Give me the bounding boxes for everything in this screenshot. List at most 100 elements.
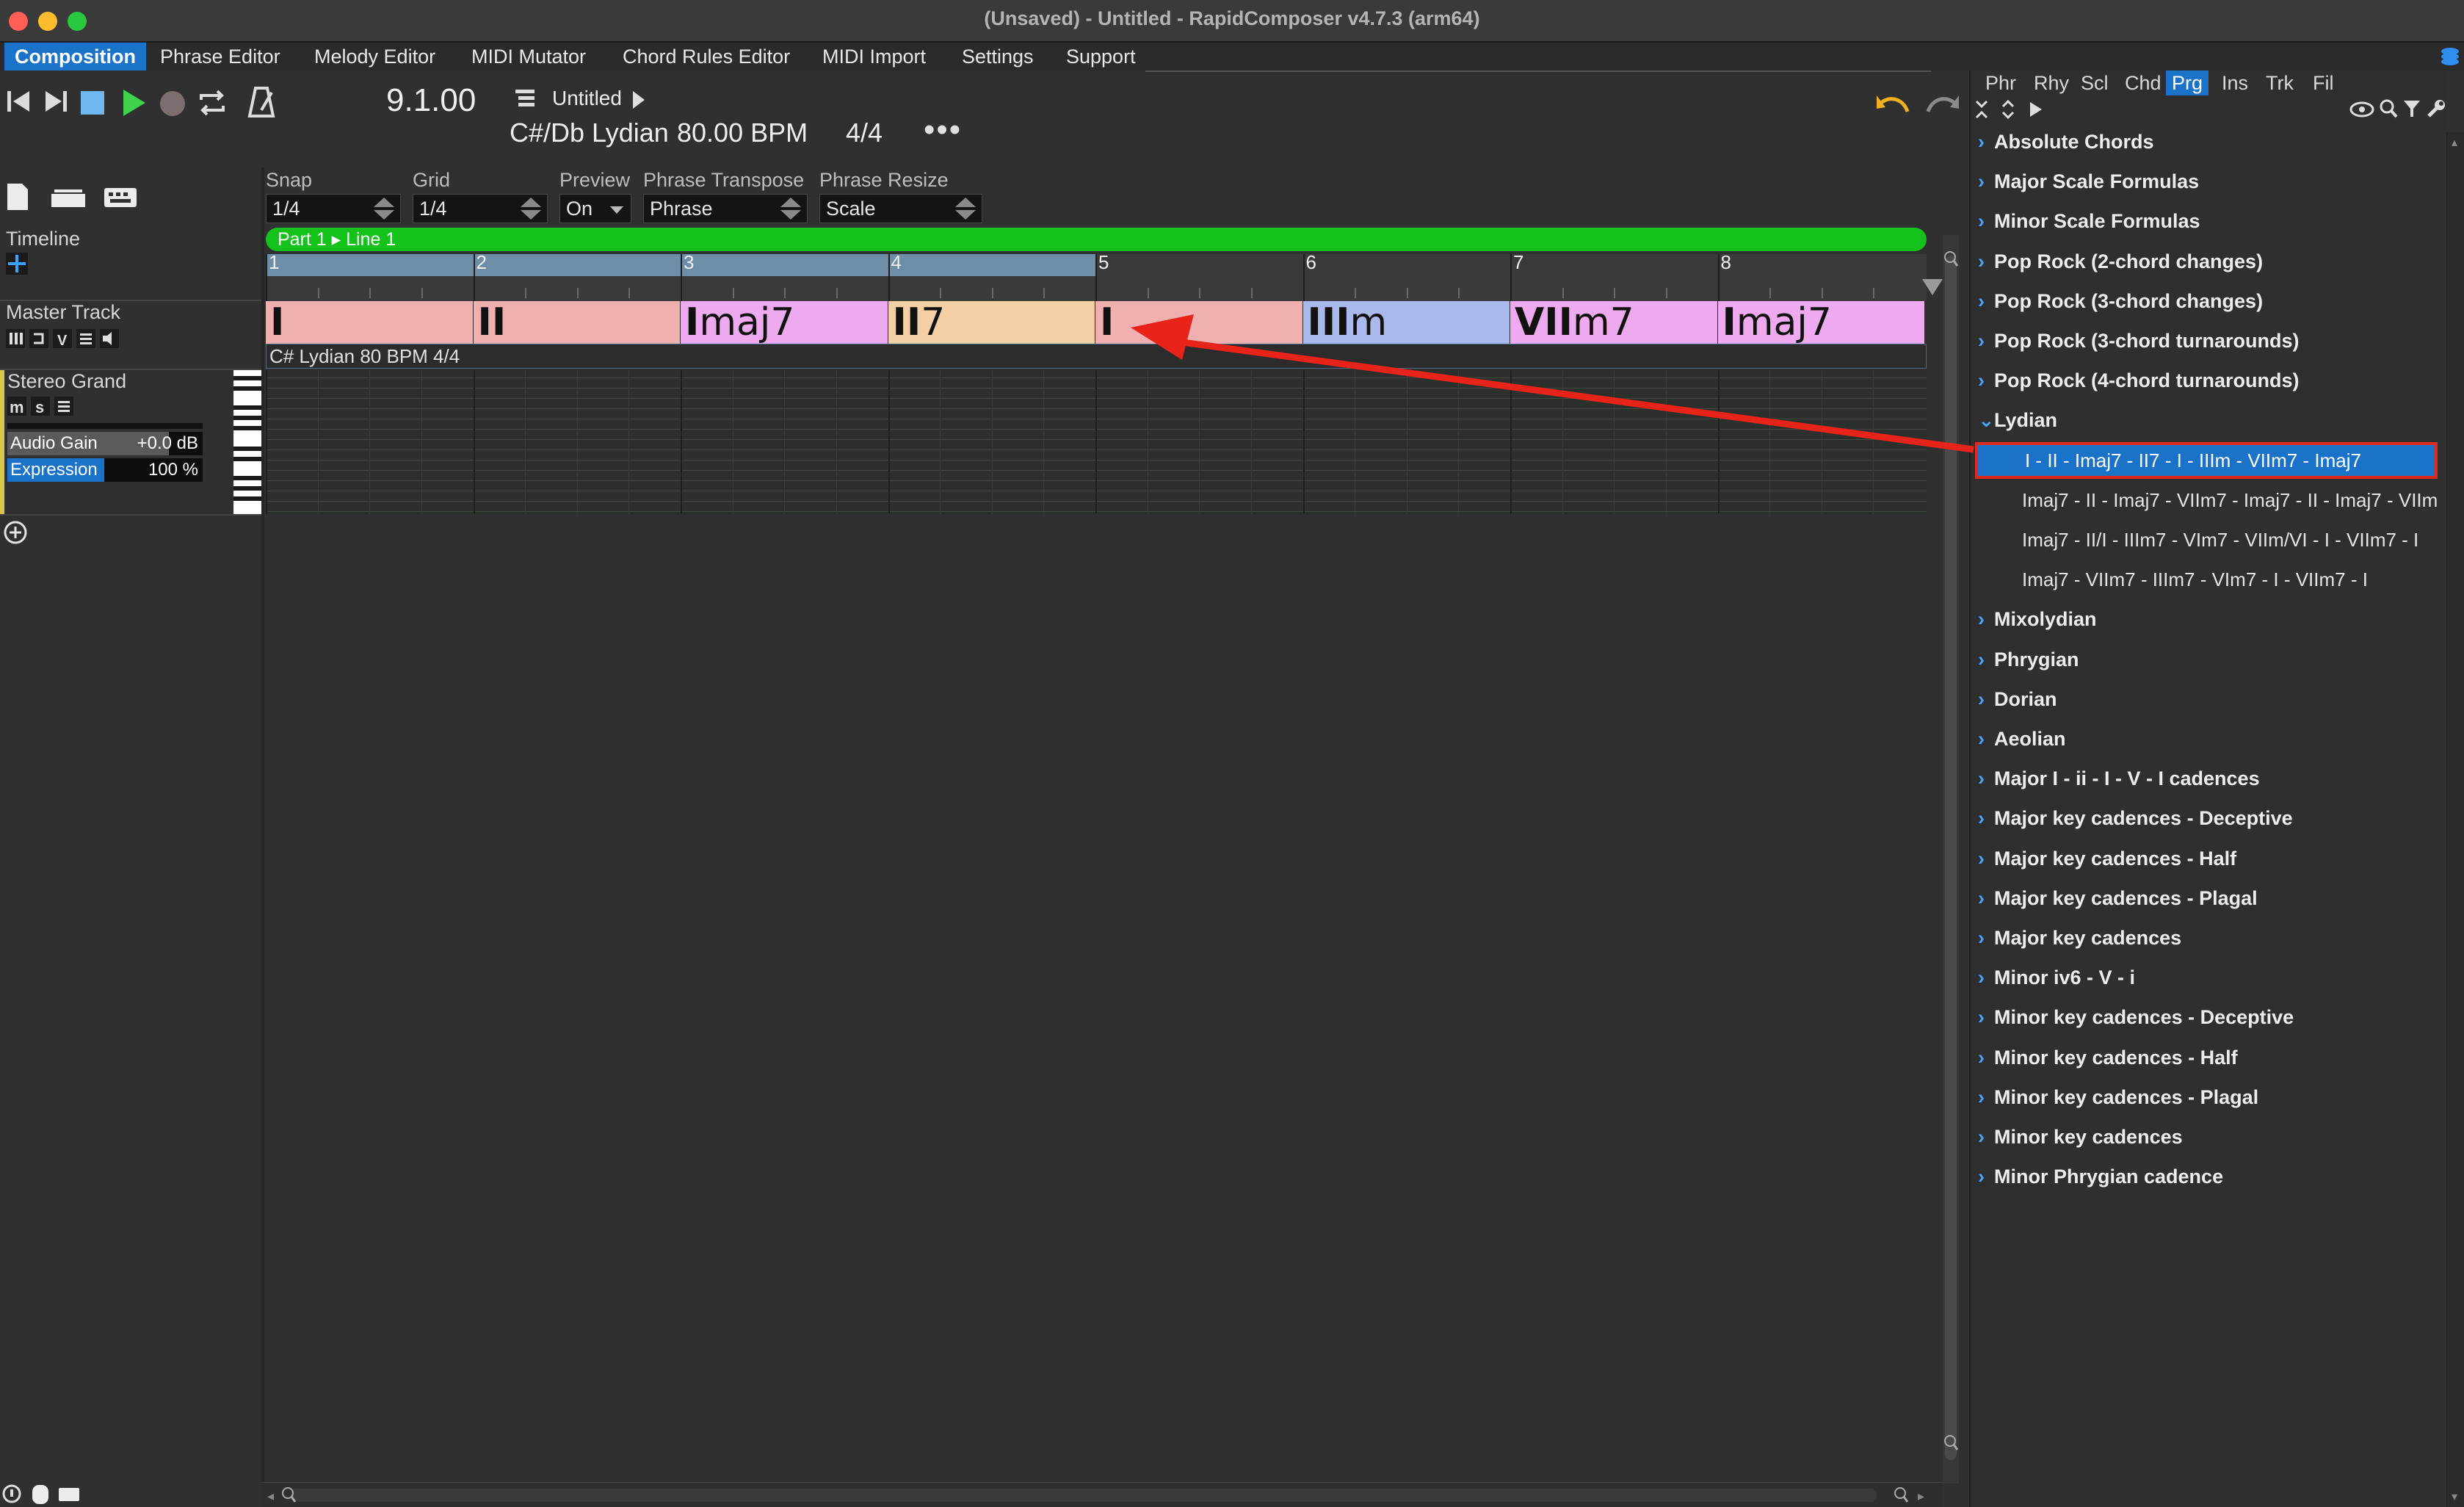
chevron-right-icon[interactable]: ›: [1978, 800, 1994, 836]
menu-composition[interactable]: Composition: [4, 43, 146, 71]
chevron-right-icon[interactable]: ›: [1978, 919, 1994, 956]
chord-lane[interactable]: I II Imaj7 II7 I IIIm VIIm7 Imaj7: [266, 301, 1927, 344]
part-bar[interactable]: Part 1 ▸ Line 1: [266, 228, 1927, 251]
tree-category[interactable]: › Minor key cadences - Half: [1978, 1039, 2238, 1076]
grid-spinner[interactable]: 1/4: [413, 194, 548, 223]
preview-dropdown[interactable]: On: [559, 194, 631, 223]
chord-block[interactable]: VIIm7: [1510, 301, 1717, 344]
stop-button[interactable]: [81, 91, 104, 115]
undo-icon[interactable]: [1874, 88, 1912, 121]
piano-roll[interactable]: [266, 370, 1927, 514]
horizontal-scrollbar[interactable]: ◂ ▸: [261, 1482, 1943, 1507]
redo-icon[interactable]: [1924, 88, 1962, 121]
chevron-right-icon[interactable]: ›: [1978, 999, 1994, 1036]
chord-block[interactable]: IIIm: [1302, 301, 1510, 344]
tree-category[interactable]: › Phrygian: [1978, 641, 2079, 678]
tab-rhy[interactable]: Rhy: [2028, 71, 2075, 95]
spinner-arrows-icon[interactable]: [518, 198, 544, 220]
tree-category[interactable]: › Major key cadences: [1978, 919, 2181, 956]
zoom-in-horizontal-icon[interactable]: [1893, 1486, 1910, 1507]
menu-phrase-editor[interactable]: Phrase Editor: [150, 43, 291, 71]
tree-category[interactable]: › Major I - ii - I - V - I cadences: [1978, 760, 2260, 797]
tab-prg[interactable]: Prg: [2166, 71, 2209, 95]
preview-play-icon[interactable]: [2028, 100, 2044, 123]
keyboard-icon[interactable]: [103, 187, 138, 212]
progression-item[interactable]: Imaj7 - II - Imaj7 - VIIm7 - Imaj7 - II …: [1975, 482, 2438, 518]
tree-category[interactable]: › Pop Rock (3-chord changes): [1978, 283, 2263, 319]
tree-category[interactable]: › Major Scale Formulas: [1978, 163, 2199, 200]
play-button[interactable]: [120, 87, 148, 123]
tree-category[interactable]: › Absolute Chords: [1978, 123, 2154, 160]
tree-category[interactable]: › Minor Phrygian cadence: [1978, 1158, 2223, 1195]
playhead-end-marker[interactable]: [1922, 279, 1943, 295]
layers-icon[interactable]: [2439, 46, 2461, 68]
song-menu-icon[interactable]: [514, 87, 539, 114]
tree-category[interactable]: › Major key cadences - Half: [1978, 840, 2236, 877]
chevron-right-icon[interactable]: ›: [1978, 203, 1994, 239]
zoom-out-icon[interactable]: [1943, 1434, 1959, 1456]
chord-block[interactable]: Imaj7: [681, 301, 888, 344]
audio-gain-slider[interactable]: Audio Gain +0.0 dB: [7, 432, 203, 455]
search-icon[interactable]: [2379, 98, 2398, 123]
tree-category[interactable]: › Dorian: [1978, 681, 2057, 718]
chevron-right-icon[interactable]: ›: [1978, 362, 1994, 399]
chevron-right-icon[interactable]: ›: [1978, 760, 1994, 797]
tree-category[interactable]: › Minor key cadences - Deceptive: [1978, 999, 2294, 1036]
menu-support[interactable]: Support: [1056, 43, 1146, 71]
wrench-icon[interactable]: [2426, 98, 2446, 123]
time-signature-display[interactable]: 4/4: [846, 118, 883, 148]
zoom-in-icon[interactable]: [1943, 250, 1959, 272]
stack-icon[interactable]: [50, 187, 87, 212]
view-icon[interactable]: [2349, 100, 2374, 123]
chevron-right-icon[interactable]: ›: [1978, 1079, 1994, 1116]
chevron-right-icon[interactable]: ›: [1978, 840, 1994, 877]
tab-trk[interactable]: Trk: [2260, 71, 2300, 95]
progression-item[interactable]: Imaj7 - II/I - IIIm7 - VIm7 - VIIm/VI - …: [1975, 521, 2438, 558]
tab-ins[interactable]: Ins: [2216, 71, 2254, 95]
expression-slider[interactable]: Expression 100 %: [7, 458, 203, 482]
menu-chord-rules-editor[interactable]: Chord Rules Editor: [612, 43, 800, 71]
tree-category[interactable]: › Minor key cadences: [1978, 1118, 2183, 1155]
instrument-track-label[interactable]: Stereo Grand: [7, 370, 126, 393]
key-display[interactable]: C#/Db Lydian: [510, 118, 669, 148]
collapse-all-icon[interactable]: [1974, 98, 1990, 124]
tree-category[interactable]: › Pop Rock (3-chord turnarounds): [1978, 322, 2300, 359]
vertical-scroll-thumb[interactable]: [1945, 256, 1957, 1460]
chevron-right-icon[interactable]: ›: [1978, 163, 1994, 200]
more-options-button[interactable]: •••: [924, 112, 962, 148]
chevron-right-icon[interactable]: ›: [1978, 283, 1994, 319]
tree-category[interactable]: › Minor iv6 - V - i: [1978, 959, 2135, 996]
tab-chd[interactable]: Chd: [2119, 71, 2167, 95]
spinner-arrows-icon[interactable]: [952, 198, 979, 220]
zoom-out-horizontal-icon[interactable]: [280, 1486, 298, 1507]
scroll-down-icon[interactable]: ▾: [2452, 1489, 2457, 1504]
tempo-display[interactable]: 80.00 BPM: [677, 118, 808, 148]
chord-block[interactable]: Imaj7: [1717, 301, 1924, 344]
chevron-right-icon[interactable]: ›: [1978, 681, 1994, 718]
menu-midi-mutator[interactable]: MIDI Mutator: [461, 43, 596, 71]
record-button[interactable]: [160, 91, 185, 116]
phrase-resize-spinner[interactable]: Scale: [819, 194, 982, 223]
vertical-scrollbar[interactable]: [1943, 235, 1959, 1483]
chevron-right-icon[interactable]: ›: [1978, 123, 1994, 160]
tree-category[interactable]: › Minor key cadences - Plagal: [1978, 1079, 2258, 1116]
snap-spinner[interactable]: 1/4: [266, 194, 401, 223]
tab-phr[interactable]: Phr: [1979, 71, 2022, 95]
progression-item[interactable]: Imaj7 - VIIm7 - IIIm7 - VIm7 - I - VIIm7…: [1975, 561, 2438, 598]
chevron-right-icon[interactable]: ›: [1978, 880, 1994, 917]
tree-category[interactable]: › Major key cadences - Plagal: [1978, 880, 2258, 917]
scale-label[interactable]: C# Lydian 80 BPM 4/4: [266, 344, 1927, 369]
progression-item-selected[interactable]: I - II - Imaj7 - II7 - I - IIIm - VIIm7 …: [1975, 442, 2438, 479]
new-document-icon[interactable]: [6, 182, 29, 215]
chevron-right-icon[interactable]: ›: [1978, 1158, 1994, 1195]
piano-keyboard[interactable]: [233, 370, 261, 514]
tree-category[interactable]: ⌄Lydian: [1978, 402, 2057, 438]
scroll-left-icon[interactable]: ◂: [267, 1489, 274, 1504]
horizontal-scroll-thumb[interactable]: [291, 1489, 1877, 1502]
tree-category[interactable]: › Pop Rock (4-chord turnarounds): [1978, 362, 2300, 399]
tree-category[interactable]: › Pop Rock (2-chord changes): [1978, 243, 2263, 280]
scroll-right-icon[interactable]: ▸: [1918, 1489, 1924, 1504]
chevron-down-icon[interactable]: ⌄: [1978, 402, 1995, 438]
scroll-up-icon[interactable]: ▴: [2452, 135, 2457, 150]
expand-all-icon[interactable]: [2000, 98, 2016, 124]
